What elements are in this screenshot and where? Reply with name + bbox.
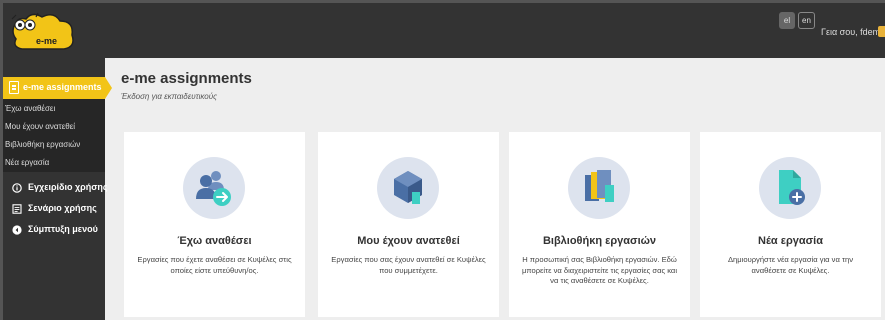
card-library[interactable]: Βιβλιοθήκη εργασιών Η προσωπική σας Βιβλ… [509,132,690,317]
top-bar: e-me el en Γεια σου, fdemo1 [3,3,885,58]
sidebar: e-me assignments Έχω αναθέσει Μου έχουν … [3,58,112,320]
page-subtitle: Έκδοση για εκπαιδευτικούς [121,92,218,101]
submenu-item-received[interactable]: Μου έχουν ανατεθεί [5,122,75,131]
sidebar-item-label: e-me assignments [23,82,102,92]
new-document-icon [779,170,805,205]
card-description: Εργασίες που έχετε αναθέσει σε Κυψέλες σ… [137,255,292,275]
page-title: e-me assignments [121,70,252,87]
sidebar-submenu: Έχω αναθέσει Μου έχουν ανατεθεί Βιβλιοθή… [3,99,105,172]
lang-en-button[interactable]: en [798,12,815,29]
hexagon-icon [394,171,422,204]
library-icon [585,170,614,202]
submenu-item-new-assignment[interactable]: Νέα εργασία [5,158,49,167]
lang-el-button[interactable]: el [779,12,795,29]
avatar[interactable] [878,26,885,37]
sidebar-item-label: Εγχειρίδιο χρήσης [28,182,108,192]
card-description: Εργασίες που σας έχουν ανατεθεί σε Κυψέλ… [331,255,486,275]
card-received[interactable]: Μου έχουν ανατεθεί Εργασίες που σας έχου… [318,132,499,317]
card-title: Νέα εργασία [758,235,823,247]
card-title: Βιβλιοθήκη εργασιών [542,235,657,247]
user-greeting[interactable]: Γεια σου, fdemo1 [821,27,885,37]
collapse-left-icon [12,225,22,235]
document-icon [12,204,22,214]
logo-graphic [11,12,74,50]
sidebar-item-e-me-assignments[interactable]: e-me assignments [3,77,105,99]
card-title: Μου έχουν ανατεθεί [357,235,460,247]
main-content: e-me assignments Έκδοση για εκπαιδευτικο… [105,58,885,320]
submenu-item-library[interactable]: Βιβλιοθήκη εργασιών [5,140,80,149]
submenu-item-assigned[interactable]: Έχω αναθέσει [5,104,55,113]
card-assigned[interactable]: Έχω αναθέσει Εργασίες που έχετε αναθέσει… [124,132,305,317]
card-description: Δημιουργήστε νέα εργασία για να την αναθ… [727,255,853,275]
e-me-logo[interactable]: e-me [8,9,78,53]
sidebar-item-label: Σενάριο χρήσης [28,203,97,213]
logo-text: e-me [36,36,58,46]
card-description: Η προσωπική σας Βιβλιοθήκη εργασιών. Εδώ… [521,255,678,285]
app-frame: e-me el en Γεια σου, fdemo1 e-me assignm… [3,3,885,320]
card-new-assignment[interactable]: Νέα εργασία Δημιουργήστε νέα εργασία για… [700,132,881,317]
assignment-icon [9,81,19,94]
card-title: Έχω αναθέσει [177,235,252,247]
info-icon [12,183,22,193]
sidebar-item-label: Σύμπτυξη μενού [28,224,98,234]
users-arrow-icon [196,171,231,206]
